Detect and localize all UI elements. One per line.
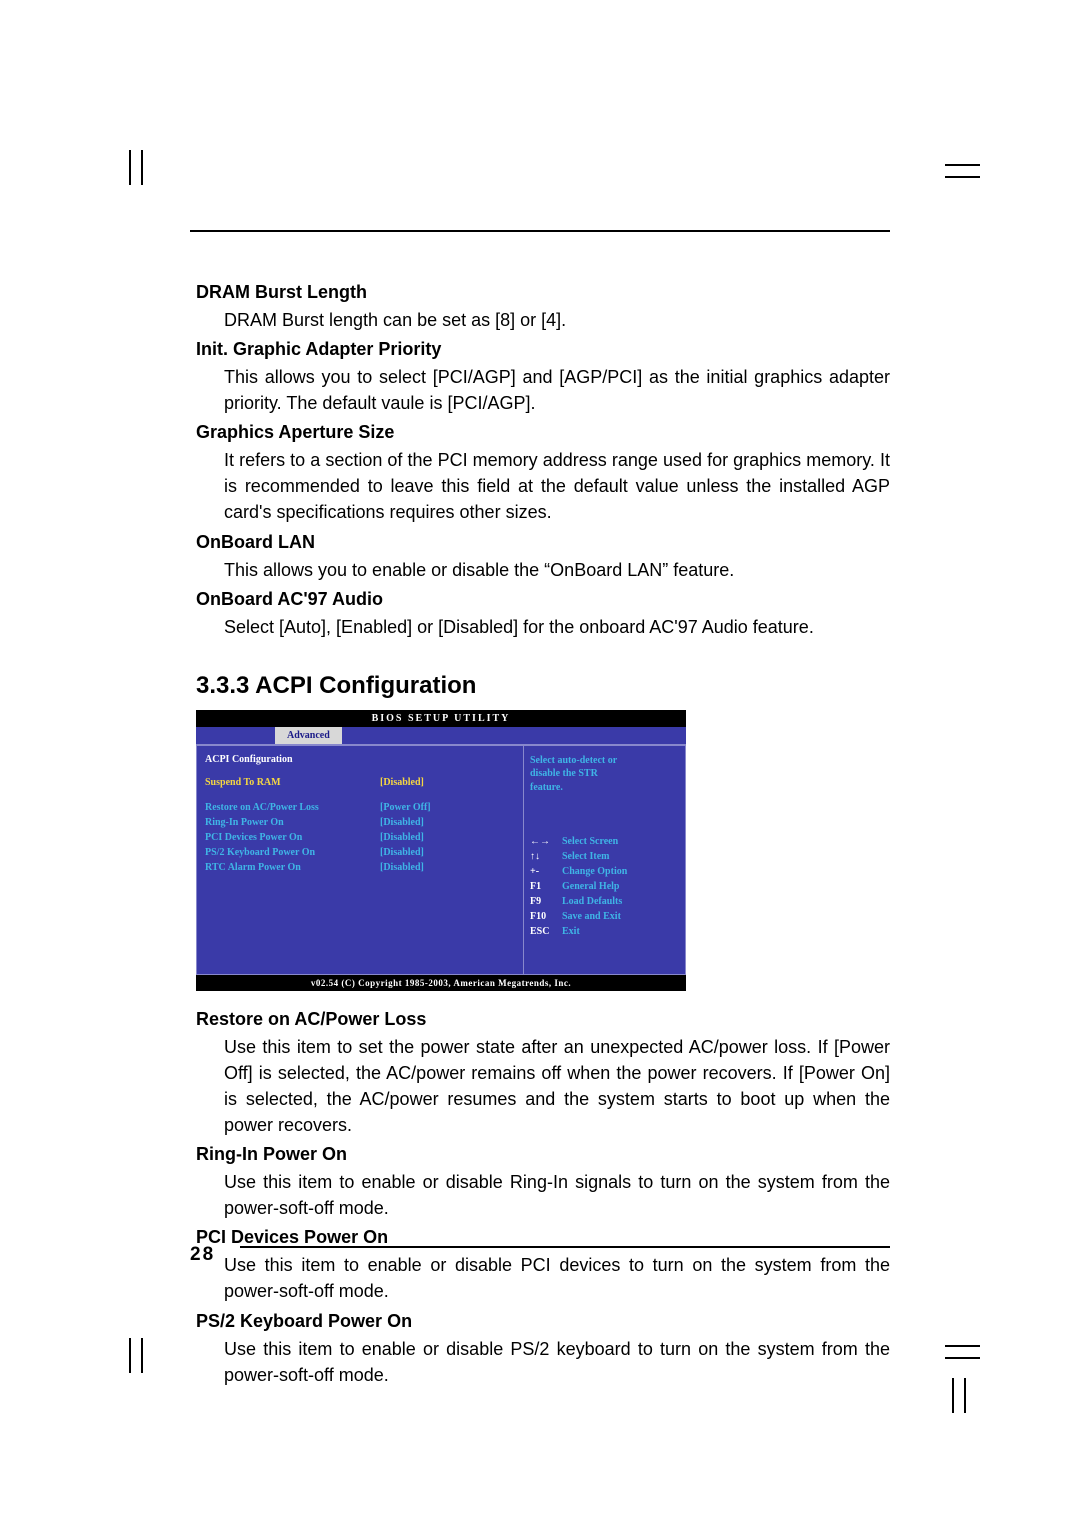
bios-panel-title: ACPI Configuration [205,754,515,765]
setting-title: DRAM Burst Length [196,282,890,303]
setting-entry: OnBoard AC'97 Audio Select [Auto], [Enabl… [190,589,890,640]
page-number: 28 [190,1244,215,1266]
setting-description: It refers to a section of the PCI memory… [224,447,890,525]
setting-title: OnBoard LAN [196,532,890,553]
setting-description: This allows you to select [PCI/AGP] and … [224,364,890,416]
setting-title: Init. Graphic Adapter Priority [196,339,890,360]
bios-title: BIOS SETUP UTILITY [196,710,686,727]
setting-title: Graphics Aperture Size [196,422,890,443]
bios-left-panel: ACPI Configuration Suspend To RAM [Disab… [196,745,524,975]
bios-option-row: PCI Devices Power On[Disabled] [205,830,515,845]
bios-nav-row: F10Save and Exit [530,909,679,924]
bios-nav-row: ESCExit [530,924,679,939]
bios-help-panel: Select auto-detect or disable the STR fe… [524,745,686,975]
bios-nav-row: ←→Select Screen [530,834,679,849]
bios-screenshot: BIOS SETUP UTILITY Advanced ACPI Configu… [196,710,686,991]
section-heading: 3.3.3 ACPI Configuration [196,672,890,700]
setting-entry: Ring-In Power On Use this item to enable … [190,1144,890,1221]
setting-description: Use this item to enable or disable PS/2 … [224,1336,890,1388]
setting-description: Use this item to set the power state aft… [224,1034,890,1138]
setting-description: Select [Auto], [Enabled] or [Disabled] f… [224,614,890,640]
setting-description: Use this item to enable or disable Ring-… [224,1169,890,1221]
bios-option-row: PS/2 Keyboard Power On[Disabled] [205,845,515,860]
setting-entry: PCI Devices Power OnUse this item to ena… [190,1227,890,1304]
bios-tab-advanced: Advanced [275,727,342,744]
setting-title: OnBoard AC'97 Audio [196,589,890,610]
divider [190,230,890,232]
setting-description: Use this item to enable or disable PCI d… [224,1252,890,1304]
bios-option-row: RTC Alarm Power On[Disabled] [205,860,515,875]
setting-entry: Graphics Aperture Size It refers to a sec… [190,422,890,525]
bios-option-row: Ring-In Power On[Disabled] [205,815,515,830]
setting-title: Restore on AC/Power Loss [196,1009,890,1030]
divider [240,1246,890,1248]
setting-entry: Restore on AC/Power Loss Use this item to… [190,1009,890,1138]
setting-title: PS/2 Keyboard Power On [196,1311,890,1332]
bios-nav-row: F9Load Defaults [530,894,679,909]
bios-copyright: v02.54 (C) Copyright 1985-2003, American… [196,975,686,991]
bios-nav-row: +-Change Option [530,864,679,879]
setting-entry: Init. Graphic Adapter Priority This allow… [190,339,890,416]
page-content: DRAM Burst Length DRAM Burst length can b… [190,0,890,1388]
setting-description: This allows you to enable or disable the… [224,557,890,583]
setting-entry: DRAM Burst Length DRAM Burst length can b… [190,282,890,333]
setting-title: Ring-In Power On [196,1144,890,1165]
setting-description: DRAM Burst length can be set as [8] or [… [224,307,890,333]
bios-menu: Advanced [196,727,686,744]
setting-entry: PS/2 Keyboard Power On Use this item to e… [190,1311,890,1388]
setting-entry: OnBoard LAN This allows you to enable or … [190,532,890,583]
bios-nav-row: F1General Help [530,879,679,894]
bios-selected-row: Suspend To RAM [Disabled] [205,775,515,790]
bios-option-row: Restore on AC/Power Loss[Power Off] [205,800,515,815]
bios-nav-row: ↑↓Select Item [530,849,679,864]
